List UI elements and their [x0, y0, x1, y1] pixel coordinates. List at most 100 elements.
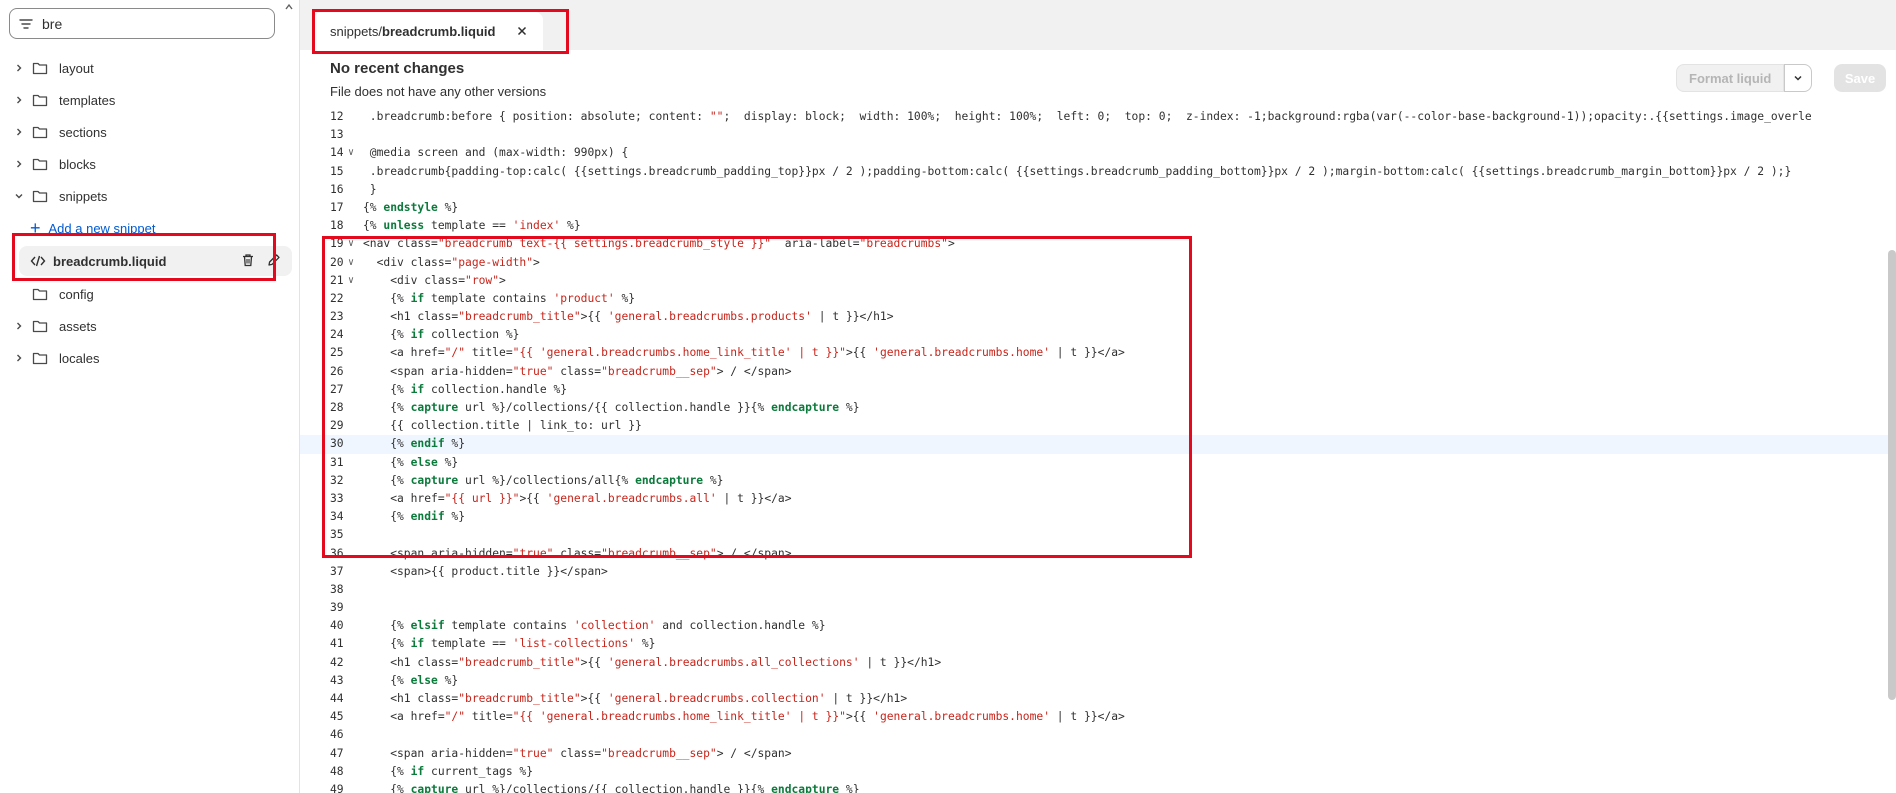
code-line[interactable]: 37 <span>{{ product.title }}</span>: [300, 563, 1896, 581]
fold-chevron-icon[interactable]: ∨: [348, 235, 360, 253]
line-number: 44: [330, 692, 344, 705]
line-number: 33: [330, 491, 344, 505]
code-line[interactable]: 47 <span aria-hidden="true" class="bread…: [300, 745, 1896, 763]
code-line[interactable]: 35: [300, 526, 1896, 544]
code-line[interactable]: 45 <a href="/" title="{{ 'general.breadc…: [300, 708, 1896, 726]
code-line[interactable]: 36 <span aria-hidden="true" class="bread…: [300, 545, 1896, 563]
folder-label: layout: [59, 60, 94, 76]
file-name: breadcrumb.liquid: [53, 253, 167, 269]
code-text: .breadcrumb:before { position: absolute;…: [363, 110, 1812, 123]
chevron-down-icon[interactable]: [10, 187, 28, 205]
code-line[interactable]: 24 {% if collection %}: [300, 326, 1896, 344]
fold-chevron-icon[interactable]: ∨: [348, 254, 360, 272]
tree-folder-assets[interactable]: assets: [0, 310, 300, 342]
code-line[interactable]: 38: [300, 581, 1896, 599]
code-line[interactable]: 31 {% else %}: [300, 454, 1896, 472]
tree-folder-locales[interactable]: locales: [0, 342, 300, 374]
code-line[interactable]: 41 {% if template == 'list-collections' …: [300, 635, 1896, 653]
fold-chevron-icon[interactable]: ∨: [348, 272, 360, 290]
code-line[interactable]: 33 <a href="{{ url }}">{{ 'general.bread…: [300, 490, 1896, 508]
folder-icon: [31, 187, 49, 205]
chevron-right-icon[interactable]: [10, 349, 28, 367]
format-liquid-button[interactable]: Format liquid: [1676, 64, 1785, 92]
code-line[interactable]: 46: [300, 726, 1896, 744]
code-line[interactable]: 23 <h1 class="breadcrumb_title">{{ 'gene…: [300, 308, 1896, 326]
tree-folder-snippets[interactable]: snippets: [0, 180, 300, 212]
code-line[interactable]: 16 }: [300, 181, 1896, 199]
folder-label: snippets: [59, 188, 108, 204]
code-line[interactable]: 13: [300, 126, 1896, 144]
code-text: }: [363, 182, 377, 196]
code-line[interactable]: 28 {% capture url %}/collections/{{ coll…: [300, 399, 1896, 417]
editor-scrollbar[interactable]: [1888, 250, 1896, 700]
close-icon[interactable]: [515, 24, 529, 38]
delete-icon[interactable]: [240, 252, 256, 268]
code-line[interactable]: 22 {% if template contains 'product' %}: [300, 290, 1896, 308]
code-line[interactable]: 29 {{ collection.title | link_to: url }}: [300, 417, 1896, 435]
code-line[interactable]: 44 <h1 class="breadcrumb_title">{{ 'gene…: [300, 690, 1896, 708]
chevron-right-icon[interactable]: [10, 123, 28, 141]
line-number: 37: [330, 564, 344, 578]
code-line[interactable]: 27 {% if collection.handle %}: [300, 381, 1896, 399]
code-line[interactable]: 34 {% endif %}: [300, 508, 1896, 526]
format-options-button[interactable]: [1784, 64, 1813, 92]
tree-folder-layout[interactable]: layout: [0, 52, 300, 84]
add-snippet-link[interactable]: + Add a new snippet: [0, 212, 300, 244]
code-line[interactable]: 21 ∨ <div class="row">: [300, 272, 1896, 290]
chevron-right-icon[interactable]: [10, 91, 28, 109]
save-button[interactable]: Save: [1834, 64, 1886, 92]
chevron-right-icon[interactable]: [10, 317, 28, 335]
code-line[interactable]: 25 <a href="/" title="{{ 'general.breadc…: [300, 344, 1896, 362]
chevron-right-icon[interactable]: [10, 155, 28, 173]
code-text: {% else %}: [363, 455, 459, 469]
line-number: 23: [330, 310, 344, 324]
tree-folder-config[interactable]: config: [0, 278, 300, 310]
rename-pencil-icon[interactable]: [266, 252, 282, 268]
line-number: 45: [330, 710, 344, 724]
code-line[interactable]: 19 ∨ <nav class="breadcrumb text-{{ settin…: [300, 235, 1896, 253]
code-text: <h1 class="breadcrumb_title">{{ 'general…: [363, 655, 942, 669]
line-number: 31: [330, 455, 344, 469]
tree-folder-blocks[interactable]: blocks: [0, 148, 300, 180]
code-line[interactable]: 17 {% endstyle %}: [300, 199, 1896, 217]
plus-icon: +: [30, 218, 41, 238]
code-line[interactable]: 30 {% endif %}: [300, 435, 1896, 454]
code-line[interactable]: 26 <span aria-hidden="true" class="bread…: [300, 363, 1896, 381]
code-text: <a href="/" title="{{ 'general.breadcrum…: [363, 710, 1125, 724]
collapse-sidebar-icon[interactable]: [282, 0, 296, 14]
code-line[interactable]: 18 {% unless template == 'index' %}: [300, 217, 1896, 235]
tree-folder-sections[interactable]: sections: [0, 116, 300, 148]
code-line[interactable]: 40 {% elsif template contains 'collectio…: [300, 617, 1896, 635]
code-line[interactable]: 12 .breadcrumb:before { position: absolu…: [300, 108, 1896, 126]
file-search-box[interactable]: [9, 8, 275, 39]
tab-directory: snippets/: [330, 23, 383, 39]
code-text: {% capture url %}/collections/{{ collect…: [363, 401, 860, 414]
code-line[interactable]: 20 ∨ <div class="page-width">: [300, 254, 1896, 272]
chevron-right-icon[interactable]: [10, 59, 28, 77]
code-line[interactable]: 48 {% if current_tags %}: [300, 763, 1896, 781]
code-line[interactable]: 43 {% else %}: [300, 672, 1896, 690]
code-text: {% capture url %}/collections/all{% endc…: [363, 473, 724, 487]
tree-folder-templates[interactable]: templates: [0, 84, 300, 116]
tree-file-breadcrumb-liquid[interactable]: breadcrumb.liquid: [19, 246, 292, 276]
code-text: <span aria-hidden="true" class="breadcru…: [363, 746, 792, 760]
line-number: 35: [330, 528, 344, 542]
code-line[interactable]: 32 {% capture url %}/collections/all{% e…: [300, 472, 1896, 490]
file-search-input[interactable]: [42, 15, 242, 32]
code-line[interactable]: 39: [300, 599, 1896, 617]
chevron-down-icon: [1794, 75, 1802, 81]
code-text: {% if collection.handle %}: [363, 382, 568, 396]
file-tree: layout templates sections blocks snippets + Ad…: [0, 52, 300, 374]
folder-icon: [31, 91, 49, 109]
line-number: 40: [330, 619, 344, 633]
code-text: <span aria-hidden="true" class="breadcru…: [363, 546, 792, 560]
code-line[interactable]: 14 ∨ @media screen and (max-width: 990px)…: [300, 144, 1896, 162]
line-number: 39: [330, 601, 344, 615]
fold-chevron-icon[interactable]: ∨: [348, 144, 360, 162]
code-line[interactable]: 15 .breadcrumb{padding-top:calc( {{setti…: [300, 163, 1896, 181]
code-line[interactable]: 49 {% capture url %}/collections/{{ coll…: [300, 781, 1896, 793]
code-editor[interactable]: 12 .breadcrumb:before { position: absolu…: [300, 108, 1896, 793]
tab-breadcrumb-liquid[interactable]: snippets/breadcrumb.liquid: [314, 12, 544, 50]
line-number: 25: [330, 346, 344, 360]
code-line[interactable]: 42 <h1 class="breadcrumb_title">{{ 'gene…: [300, 654, 1896, 672]
